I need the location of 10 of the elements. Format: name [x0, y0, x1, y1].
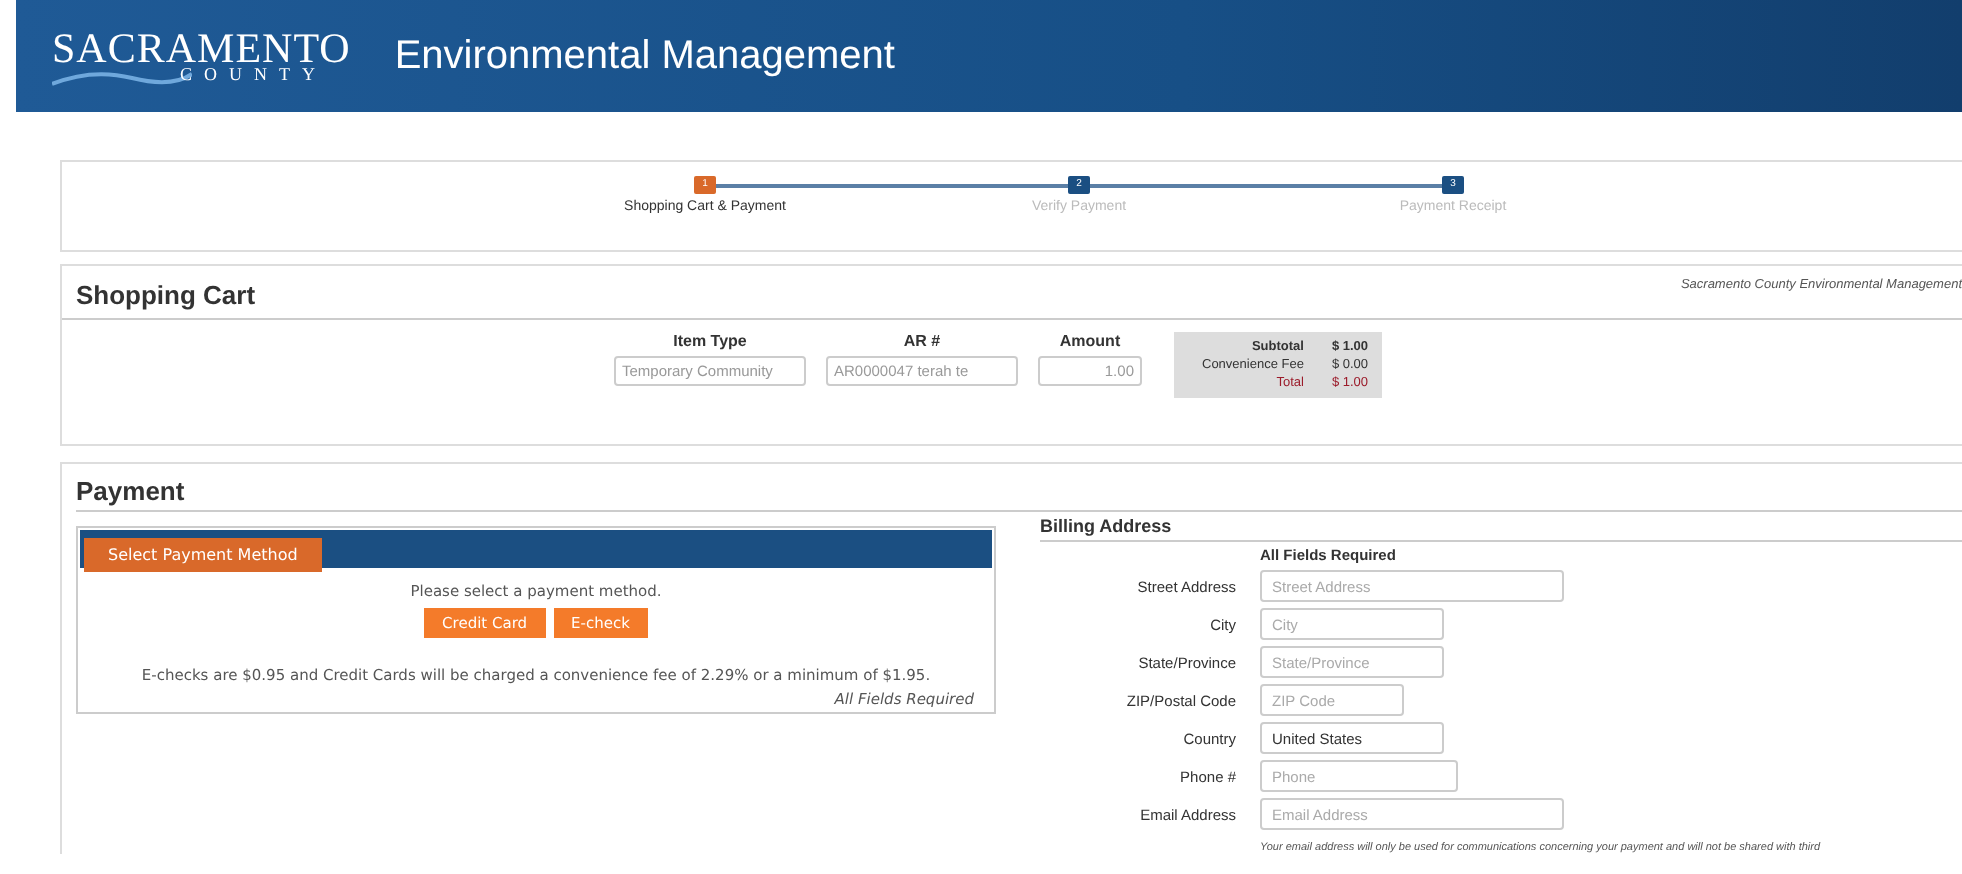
column-header: Amount	[1059, 332, 1121, 350]
site-title: Environmental Management	[394, 33, 895, 79]
section-title: Payment	[76, 476, 1962, 512]
logo-wordmark: SACRAMENTO	[52, 28, 351, 70]
payment-method-tab[interactable]: Select Payment Method	[84, 538, 322, 572]
billing-title: Billing Address	[1040, 516, 1962, 542]
section-title: Shopping Cart	[76, 280, 256, 310]
column-header: AR #	[903, 332, 941, 350]
logo-subtitle: COUNTY	[180, 66, 327, 84]
column-header: Item Type	[673, 332, 747, 350]
